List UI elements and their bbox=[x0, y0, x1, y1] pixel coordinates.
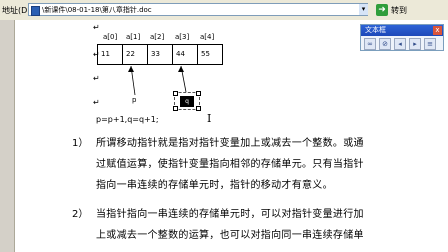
array-cell-4: 55 bbox=[197, 45, 222, 64]
index-label-4: a[4] bbox=[200, 33, 215, 41]
item-2-line-1: 当指针指向一串连续的存储单元时，可以对指针变量进行加 bbox=[96, 209, 364, 220]
previous-textbox-icon[interactable]: ◂ bbox=[394, 38, 406, 50]
pointer-q-label: q bbox=[180, 96, 194, 107]
code-line: p=p+1,q=q+1; bbox=[96, 115, 159, 124]
textbox-toolbar[interactable]: 文本框 x ∞ ⊘ ◂ ▸ ≡ bbox=[360, 24, 444, 51]
resize-handle[interactable] bbox=[196, 91, 201, 96]
item-number-1: 1） bbox=[72, 138, 89, 149]
array-cell-3: 44 bbox=[172, 45, 197, 64]
close-icon[interactable]: x bbox=[433, 26, 442, 35]
item-1-line-3: 指向一串连续的存储单元时，指针的移动才有意义。 bbox=[96, 180, 333, 191]
item-number-2: 2） bbox=[72, 209, 89, 220]
address-label: 地址(D) bbox=[2, 6, 31, 15]
index-label-1: a[1] bbox=[126, 33, 141, 41]
item-1-line-1: 所谓移动指针就是指对指针变量加上或减去一个整数。或通 bbox=[96, 138, 364, 149]
address-field[interactable]: \新课件\08-01-18\第八章指针.doc ▾ bbox=[28, 3, 368, 16]
go-button[interactable]: ➜ 转到 bbox=[376, 3, 416, 17]
resize-handle[interactable] bbox=[196, 106, 201, 111]
resize-handle[interactable] bbox=[173, 106, 178, 111]
paragraph-mark: ↵ bbox=[93, 23, 100, 32]
selected-textbox[interactable]: q bbox=[173, 91, 201, 111]
toolbar-title: 文本框 bbox=[361, 25, 443, 36]
word-document-icon bbox=[31, 6, 40, 16]
text-cursor-icon: I bbox=[207, 112, 212, 125]
array-cell-1: 22 bbox=[122, 45, 147, 64]
index-label-3: a[3] bbox=[175, 33, 190, 41]
go-label: 转到 bbox=[391, 6, 407, 15]
index-label-0: a[0] bbox=[103, 33, 118, 41]
array-cell-0: 11 bbox=[101, 50, 110, 58]
resize-handle[interactable] bbox=[173, 91, 178, 96]
create-link-icon[interactable]: ∞ bbox=[364, 38, 376, 50]
array-diagram[interactable]: 11 22 33 44 55 bbox=[97, 44, 223, 65]
address-dropdown-icon[interactable]: ▾ bbox=[359, 4, 368, 15]
paragraph-mark: ↵ bbox=[93, 98, 100, 107]
vertical-ruler[interactable] bbox=[0, 20, 15, 252]
go-arrow-icon: ➜ bbox=[376, 4, 388, 16]
item-2-line-2: 上或减去一个整数的运算，也可以对指向同一串连续存储单 bbox=[96, 230, 364, 241]
paragraph-mark: ↵ bbox=[93, 74, 100, 83]
text-direction-icon[interactable]: ≡ bbox=[424, 38, 436, 50]
array-cell-2: 33 bbox=[147, 45, 172, 64]
index-label-2: a[2] bbox=[150, 33, 165, 41]
next-textbox-icon[interactable]: ▸ bbox=[409, 38, 421, 50]
address-path: \新课件\08-01-18\第八章指针.doc bbox=[42, 6, 152, 14]
item-1-line-2: 过赋值运算，使指针变量指向相邻的存储单元。只有当指针 bbox=[96, 159, 364, 170]
break-link-icon[interactable]: ⊘ bbox=[379, 38, 391, 50]
pointer-p-label: p bbox=[132, 96, 137, 104]
address-bar: 地址(D) \新课件\08-01-18\第八章指针.doc ▾ ➜ 转到 bbox=[0, 0, 448, 21]
